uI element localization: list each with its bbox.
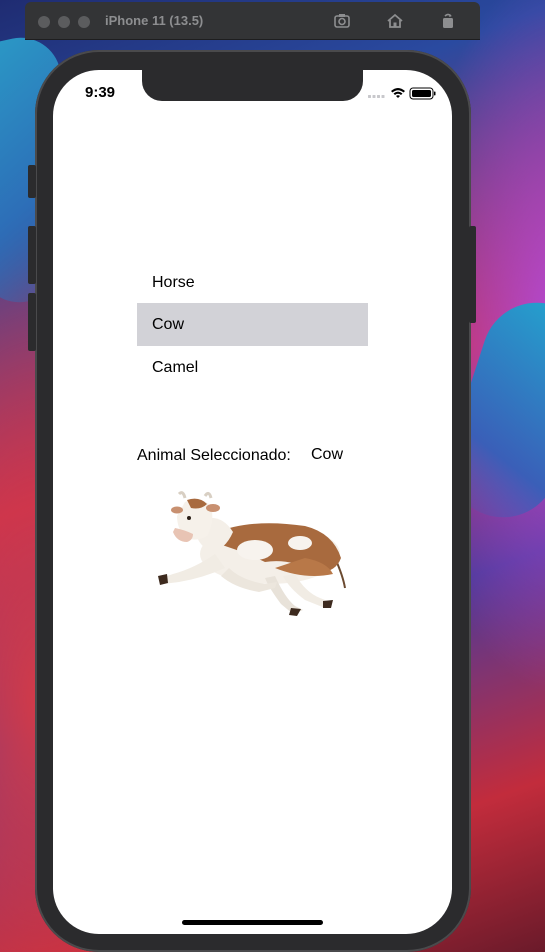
- notch: [142, 70, 363, 101]
- window-title: iPhone 11 (13.5): [105, 13, 204, 28]
- picker-option-cow[interactable]: Cow: [137, 303, 368, 346]
- mute-switch: [28, 165, 36, 198]
- cow-image: [155, 488, 355, 618]
- home-icon[interactable]: [386, 12, 404, 30]
- selected-animal-label: Animal Seleccionado:: [137, 447, 291, 464]
- status-time: 9:39: [85, 84, 116, 101]
- wifi-icon: [391, 88, 405, 98]
- rotate-icon[interactable]: [439, 12, 457, 30]
- minimize-window-button[interactable]: [58, 16, 70, 28]
- simulator-titlebar: iPhone 11 (13.5): [25, 2, 480, 40]
- signal-icon: [368, 95, 385, 98]
- selected-animal-value: Cow: [311, 446, 344, 463]
- picker-option-horse[interactable]: Horse: [137, 261, 368, 304]
- picker-option-camel[interactable]: Camel: [137, 346, 368, 389]
- home-indicator[interactable]: [182, 920, 323, 925]
- zoom-window-button[interactable]: [78, 16, 90, 28]
- screenshot-icon[interactable]: [333, 12, 351, 30]
- power-button: [469, 226, 476, 323]
- close-window-button[interactable]: [38, 16, 50, 28]
- status-icons: [368, 86, 438, 105]
- battery-icon: [409, 87, 436, 100]
- device-screen: 9:39 Horse Cow Camel Animal Seleccionado…: [53, 70, 452, 934]
- volume-down-button: [28, 293, 36, 351]
- volume-up-button: [28, 226, 36, 284]
